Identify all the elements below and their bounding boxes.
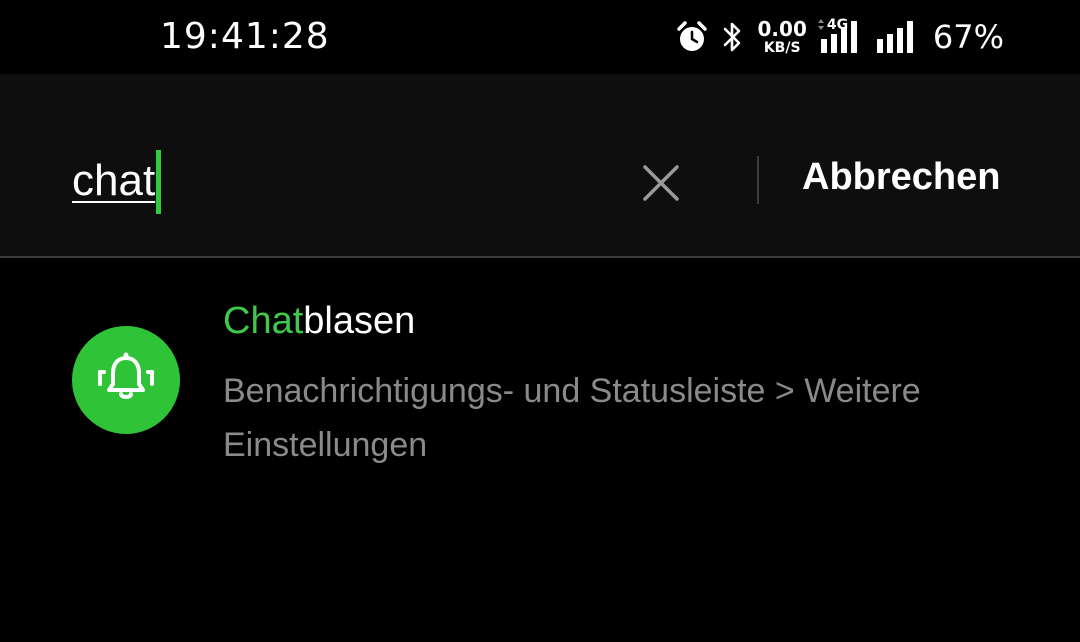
search-field[interactable]: chat — [72, 150, 612, 216]
result-subtitle: Benachrichtigungs- und Statusleiste > We… — [223, 372, 921, 464]
battery-percent: 67% — [932, 18, 1004, 56]
search-result-item[interactable]: Chatblasen Benachrichtigungs- und Status… — [0, 290, 1080, 480]
header-divider — [757, 156, 759, 204]
bell-icon — [94, 346, 158, 415]
net-speed: 0.00 KB/S — [758, 19, 807, 55]
search-header: chat Abbrechen — [0, 74, 1080, 258]
cancel-button[interactable]: Abbrechen — [802, 156, 1000, 199]
status-icons: 0.00 KB/S 4G 67% — [674, 14, 1004, 60]
search-input[interactable] — [72, 150, 612, 216]
alarm-icon — [674, 19, 710, 55]
settings-search-screen: 19:41:28 0.00 KB/S 4G 67% chat Abbrechen… — [0, 0, 1080, 642]
clear-search-button[interactable] — [634, 158, 688, 212]
net-speed-unit: KB/S — [763, 40, 801, 56]
close-icon — [641, 163, 681, 208]
result-title-match: Chat — [223, 300, 304, 342]
bluetooth-icon — [720, 19, 746, 55]
status-bar: 19:41:28 0.00 KB/S 4G 67% — [0, 0, 1080, 74]
signal-4g-icon: 4G — [817, 17, 863, 57]
text-caret — [156, 150, 161, 214]
result-icon — [72, 326, 180, 434]
network-type-label: 4G — [826, 17, 849, 33]
status-time: 19:41:28 — [160, 16, 330, 57]
result-title: Chatblasen — [223, 300, 415, 343]
net-speed-value: 0.00 — [757, 17, 807, 41]
result-title-rest: blasen — [303, 300, 416, 342]
signal-icon — [873, 17, 919, 57]
